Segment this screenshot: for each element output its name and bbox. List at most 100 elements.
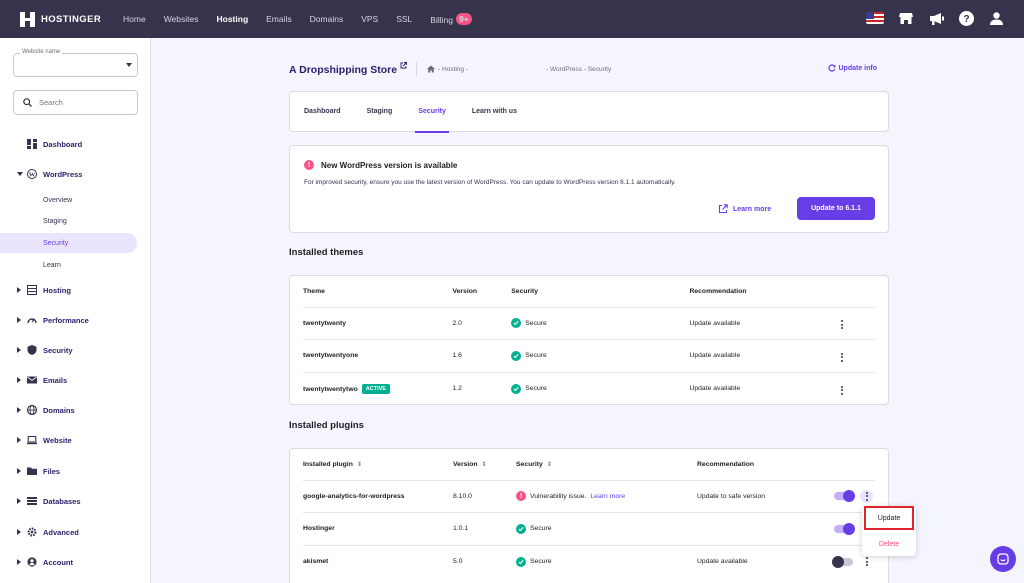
nav-home[interactable]: Home: [123, 14, 146, 24]
sidebar-item-security[interactable]: Security: [0, 340, 151, 360]
column-header-security[interactable]: Security ⇕: [516, 449, 697, 481]
recommendation-text: Update available: [689, 339, 839, 373]
more-options-button[interactable]: [860, 555, 873, 568]
nav-emails[interactable]: Emails: [266, 14, 292, 24]
sidebar-item-domains[interactable]: Domains: [0, 400, 151, 420]
update-info-button[interactable]: Update info: [827, 64, 877, 72]
more-options-icon[interactable]: [839, 320, 845, 330]
sidebar-item-files[interactable]: Files: [0, 461, 151, 481]
theme-name: twentytwentytwo: [303, 385, 358, 393]
chevron-right-icon: [17, 529, 21, 535]
external-link-icon[interactable]: [400, 62, 407, 69]
tab-learn-with-us[interactable]: Learn with us: [472, 91, 517, 132]
menu-item-update[interactable]: Update: [864, 506, 914, 530]
menu-item-delete[interactable]: Delete: [862, 536, 916, 552]
plugin-toggle[interactable]: [834, 490, 855, 503]
sidebar-item-label: Domains: [43, 405, 75, 415]
more-options-icon: [864, 557, 870, 566]
plugin-version: 1.0.1: [453, 512, 516, 546]
nav-websites[interactable]: Websites: [164, 14, 199, 24]
language-flag-icon[interactable]: [866, 12, 884, 24]
chevron-right-icon: [17, 437, 21, 443]
plugin-toggle[interactable]: [832, 555, 853, 568]
wordpress-icon: W: [27, 169, 37, 179]
table-row: twentytwentyone 1.6 Secure Update availa…: [303, 339, 875, 373]
tab-dashboard[interactable]: Dashboard: [304, 91, 341, 132]
sidebar-subitem-security[interactable]: Security: [0, 233, 137, 253]
sidebar-item-hosting[interactable]: Hosting: [0, 280, 151, 300]
sidebar-item-label: Emails: [43, 375, 68, 385]
plugin-name: Hostinger: [303, 512, 453, 546]
update-wordpress-button[interactable]: Update to 6.1.1: [797, 197, 875, 220]
sidebar-item-dashboard[interactable]: Dashboard: [0, 134, 151, 154]
search-input[interactable]: [39, 98, 129, 107]
sidebar-item-account[interactable]: Account: [0, 552, 151, 572]
hostinger-logo[interactable]: HOSTINGER: [20, 11, 123, 27]
website-name-select[interactable]: Website name: [13, 49, 138, 77]
sidebar-item-label: Files: [43, 466, 61, 476]
chevron-right-icon: [17, 498, 21, 504]
nav-ssl[interactable]: SSL: [396, 14, 412, 24]
plugins-table-card: Installed plugin ⇕ Version ⇕ Security ⇕ Rec…: [289, 448, 889, 583]
page-title: A Dropshipping Store: [289, 62, 407, 76]
sidebar-item-website[interactable]: Website: [0, 430, 151, 450]
sidebar-subitem-staging[interactable]: Staging: [0, 211, 137, 231]
table-row: Hostinger 1.0.1 Secure: [303, 512, 875, 546]
sidebar-item-advanced[interactable]: Advanced: [0, 522, 151, 542]
sidebar-item-wordpress[interactable]: W WordPress: [0, 164, 151, 184]
breadcrumb-hosting[interactable]: - Hosting -: [438, 66, 468, 73]
recommendation-text: Update available: [689, 307, 839, 340]
tab-security[interactable]: Security: [415, 91, 449, 133]
store-icon[interactable]: [898, 10, 914, 26]
globe-icon: [27, 405, 37, 415]
nav-vps[interactable]: VPS: [361, 14, 378, 24]
warning-icon: !: [516, 491, 526, 502]
column-header-plugin[interactable]: Installed plugin ⇕: [303, 449, 453, 481]
sidebar-subitem-learn[interactable]: Learn: [0, 255, 137, 275]
chevron-down-icon: [126, 63, 132, 67]
breadcrumb-wordpress-security[interactable]: - WordPress - Security: [546, 66, 611, 73]
security-status: Secure: [530, 525, 552, 533]
plugin-version: 5.0: [453, 558, 463, 565]
table-header-row: Installed plugin ⇕ Version ⇕ Security ⇕ Rec…: [303, 449, 875, 481]
vulnerability-learn-more-link[interactable]: Learn more: [590, 493, 625, 500]
sidebar-item-databases[interactable]: Databases: [0, 491, 151, 511]
home-icon[interactable]: [427, 65, 435, 73]
check-circle-icon: [511, 383, 522, 394]
wordpress-update-alert: ! New WordPress version is available For…: [289, 145, 889, 233]
help-icon[interactable]: ?: [958, 10, 974, 26]
more-options-icon[interactable]: [839, 352, 845, 362]
sort-icon: ⇕: [546, 461, 552, 468]
nav-hosting[interactable]: Hosting: [217, 14, 249, 24]
sidebar-item-label: Hosting: [43, 285, 71, 295]
active-badge: ACTIVE: [361, 383, 390, 394]
alert-title-text: New WordPress version is available: [321, 160, 458, 170]
alert-description: For improved security, ensure you use th…: [304, 179, 676, 186]
more-options-icon[interactable]: [839, 385, 845, 395]
sidebar-item-performance[interactable]: Performance: [0, 310, 151, 330]
nav-domains[interactable]: Domains: [310, 14, 344, 24]
table-row: google-analytics-for-wordpress 8.10.0 ! V…: [303, 480, 875, 513]
security-status: Vulnerability issue.: [530, 492, 587, 500]
sidebar-item-emails[interactable]: Emails: [0, 370, 151, 390]
recommendation-text: Update to safe version: [697, 480, 829, 513]
column-header-version[interactable]: Version ⇕: [453, 449, 516, 481]
speedometer-icon: [27, 318, 37, 324]
sidebar-item-label: Account: [43, 557, 73, 567]
envelope-icon: [27, 376, 37, 384]
refresh-icon: [827, 64, 835, 72]
svg-text:W: W: [29, 171, 36, 178]
plugin-toggle[interactable]: [834, 522, 855, 535]
installed-plugins-title: Installed plugins: [289, 420, 364, 431]
chat-button[interactable]: [990, 546, 1016, 572]
nav-billing[interactable]: Billing 9+: [430, 13, 489, 25]
chevron-right-icon: [17, 347, 21, 353]
sidebar-search[interactable]: [13, 90, 138, 115]
sidebar-subitem-overview[interactable]: Overview: [0, 190, 137, 210]
more-options-button[interactable]: [860, 489, 873, 503]
megaphone-icon[interactable]: [928, 10, 944, 26]
learn-more-link[interactable]: Learn more: [718, 204, 771, 214]
site-title-text: A Dropshipping Store: [289, 64, 398, 76]
tab-staging[interactable]: Staging: [367, 91, 393, 132]
account-icon[interactable]: [988, 10, 1004, 26]
